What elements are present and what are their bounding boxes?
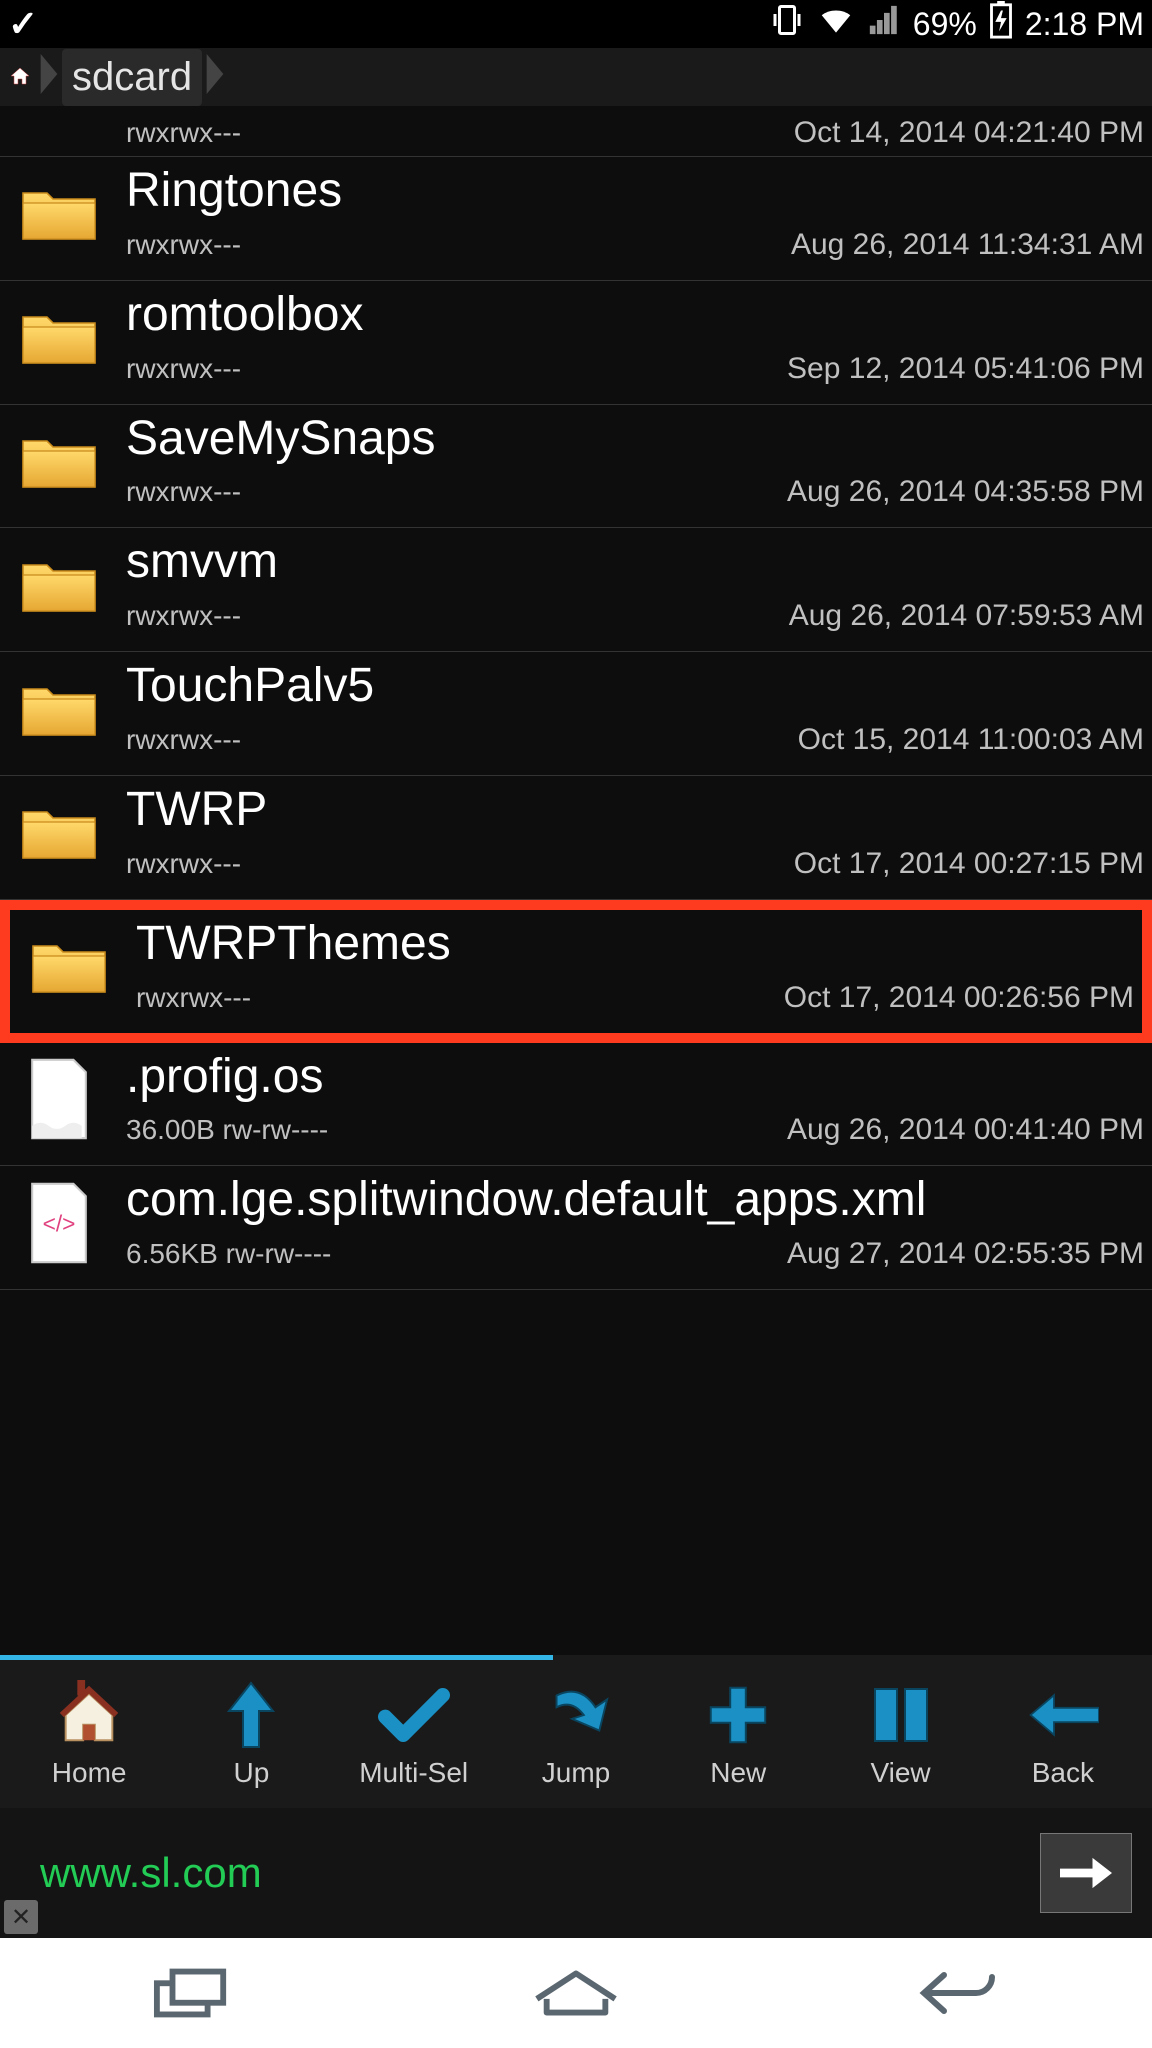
file-date: Aug 27, 2014 02:55:35 PM xyxy=(787,1237,1144,1271)
chevron-right-icon xyxy=(202,54,228,101)
file-date: Aug 26, 2014 07:59:53 AM xyxy=(789,599,1144,633)
file-perms: rwxrwx--- xyxy=(136,982,251,1014)
view-button[interactable]: View xyxy=(819,1679,981,1789)
home-icon[interactable] xyxy=(4,61,36,93)
toolbar-label: Up xyxy=(234,1757,270,1789)
file-row[interactable]: SaveMySnaps rwxrwx--- Aug 26, 2014 04:35… xyxy=(0,405,1152,529)
up-icon xyxy=(215,1679,287,1751)
file-date: Oct 15, 2014 11:00:03 AM xyxy=(798,723,1144,757)
jump-button[interactable]: Jump xyxy=(495,1679,657,1789)
system-nav-bar xyxy=(0,1938,1152,2048)
new-icon xyxy=(702,1679,774,1751)
file-perms: rwxrwx--- xyxy=(126,724,241,756)
file-row[interactable]: TWRP rwxrwx--- Oct 17, 2014 00:27:15 PM xyxy=(0,776,1152,900)
file-row[interactable]: TWRPThemes rwxrwx--- Oct 17, 2014 00:26:… xyxy=(0,900,1152,1043)
file-date: Oct 14, 2014 04:21:40 PM xyxy=(794,116,1144,150)
file-icon xyxy=(14,1063,104,1135)
file-date: Aug 26, 2014 04:35:58 PM xyxy=(787,475,1144,509)
file-name: com.lge.splitwindow.default_apps.xml xyxy=(126,1174,1144,1227)
folder-icon xyxy=(14,425,104,497)
file-perms: 36.00B rw-rw---- xyxy=(126,1114,328,1146)
multisel-button[interactable]: Multi-Sel xyxy=(333,1679,495,1789)
check-icon: ✓ xyxy=(8,3,38,45)
svg-text:</>: </> xyxy=(43,1210,76,1236)
toolbar-label: Back xyxy=(1032,1757,1094,1789)
file-row[interactable]: rwxrwx--- Oct 14, 2014 04:21:40 PM xyxy=(0,106,1152,157)
ad-close-button[interactable]: ✕ xyxy=(4,1900,38,1934)
file-row[interactable]: </> com.lge.splitwindow.default_apps.xml… xyxy=(0,1166,1152,1290)
back-button[interactable] xyxy=(900,1963,1020,2023)
file-icon: </> xyxy=(14,1187,104,1259)
file-name: TouchPalv5 xyxy=(126,660,1144,713)
up-button[interactable]: Up xyxy=(170,1679,332,1789)
vibrate-icon xyxy=(769,2,805,46)
file-date: Aug 26, 2014 00:41:40 PM xyxy=(787,1113,1144,1147)
scroll-indicator xyxy=(0,1655,1152,1660)
chevron-right-icon xyxy=(36,54,62,101)
folder-icon xyxy=(14,673,104,745)
file-row[interactable]: .profig.os 36.00B rw-rw---- Aug 26, 2014… xyxy=(0,1043,1152,1167)
toolbar-label: View xyxy=(870,1757,930,1789)
file-perms: rwxrwx--- xyxy=(126,353,241,385)
toolbar-label: Home xyxy=(52,1757,127,1789)
file-perms: rwxrwx--- xyxy=(126,229,241,261)
wifi-icon xyxy=(817,1,855,47)
new-button[interactable]: New xyxy=(657,1679,819,1789)
clock-text: 2:18 PM xyxy=(1025,6,1144,43)
status-bar: ✓ 69% 2:18 PM xyxy=(0,0,1152,48)
file-name: smvvm xyxy=(126,536,1144,589)
file-date: Oct 17, 2014 00:27:15 PM xyxy=(794,847,1144,881)
toolbar-label: Multi-Sel xyxy=(359,1757,468,1789)
file-date: Aug 26, 2014 11:34:31 AM xyxy=(791,228,1144,262)
file-date: Oct 17, 2014 00:26:56 PM xyxy=(784,981,1134,1015)
ad-text[interactable]: www.sl.com xyxy=(40,1849,262,1897)
battery-percent: 69% xyxy=(913,6,977,43)
ad-banner[interactable]: ✕ www.sl.com xyxy=(0,1808,1152,1938)
file-perms: rwxrwx--- xyxy=(126,117,241,149)
breadcrumb[interactable]: sdcard xyxy=(0,48,1152,106)
folder-icon xyxy=(14,549,104,621)
toolbar-label: Jump xyxy=(542,1757,610,1789)
toolbar: Home Up Multi-Sel Jump New View Back xyxy=(0,1660,1152,1808)
folder-icon xyxy=(14,177,104,249)
file-row[interactable]: Ringtones rwxrwx--- Aug 26, 2014 11:34:3… xyxy=(0,157,1152,281)
toolbar-label: New xyxy=(710,1757,766,1789)
back-icon xyxy=(1027,1679,1099,1751)
file-date: Sep 12, 2014 05:41:06 PM xyxy=(787,352,1144,386)
file-perms: 6.56KB rw-rw---- xyxy=(126,1238,331,1270)
file-row[interactable]: romtoolbox rwxrwx--- Sep 12, 2014 05:41:… xyxy=(0,281,1152,405)
file-name: TWRPThemes xyxy=(136,918,1134,971)
file-name: SaveMySnaps xyxy=(126,413,1144,466)
view-icon xyxy=(865,1679,937,1751)
file-perms: rwxrwx--- xyxy=(126,600,241,632)
file-list[interactable]: rwxrwx--- Oct 14, 2014 04:21:40 PM Ringt… xyxy=(0,106,1152,1655)
battery-charging-icon xyxy=(989,1,1013,47)
file-row[interactable]: smvvm rwxrwx--- Aug 26, 2014 07:59:53 AM xyxy=(0,528,1152,652)
back-button[interactable]: Back xyxy=(982,1679,1144,1789)
home-icon xyxy=(53,1679,125,1751)
home-button[interactable] xyxy=(516,1963,636,2023)
file-name: .profig.os xyxy=(126,1051,1144,1104)
ad-arrow-button[interactable] xyxy=(1040,1833,1132,1913)
signal-icon xyxy=(867,3,901,45)
folder-icon xyxy=(14,301,104,373)
folder-icon xyxy=(14,796,104,868)
jump-icon xyxy=(540,1679,612,1751)
folder-icon xyxy=(24,930,114,1002)
file-row[interactable]: TouchPalv5 rwxrwx--- Oct 15, 2014 11:00:… xyxy=(0,652,1152,776)
multisel-icon xyxy=(378,1679,450,1751)
file-name: romtoolbox xyxy=(126,289,1144,342)
file-perms: rwxrwx--- xyxy=(126,848,241,880)
file-name: TWRP xyxy=(126,784,1144,837)
file-perms: rwxrwx--- xyxy=(126,476,241,508)
file-name: Ringtones xyxy=(126,165,1144,218)
breadcrumb-path[interactable]: sdcard xyxy=(62,49,202,106)
recent-apps-button[interactable] xyxy=(132,1963,252,2023)
home-button[interactable]: Home xyxy=(8,1679,170,1789)
